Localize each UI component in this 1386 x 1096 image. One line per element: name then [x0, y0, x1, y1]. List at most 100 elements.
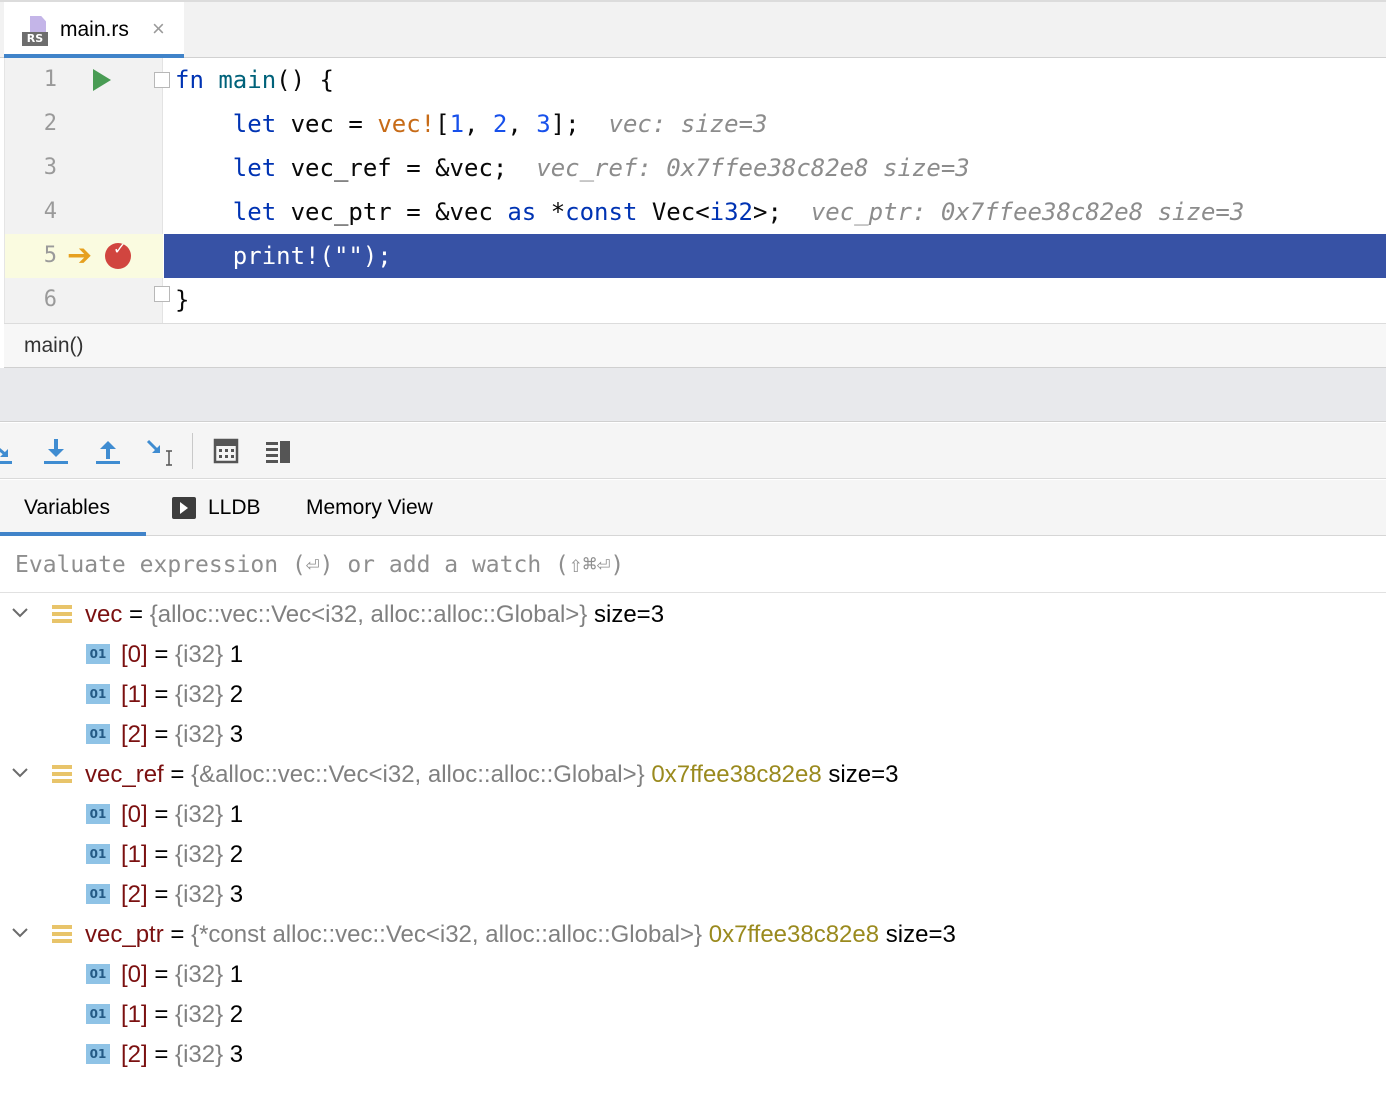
variable-text: [1] = {i32} 2	[121, 835, 243, 875]
debug-panel-header	[0, 368, 1386, 422]
line-number[interactable]: 5	[5, 234, 57, 278]
variable-value: 1	[223, 641, 244, 668]
variable-text: vec_ptr = {*const alloc::vec::Vec<i32, a…	[85, 915, 956, 955]
code-text[interactable]: let vec = vec![1, 2, 3]; vec: size=3	[175, 102, 768, 146]
variable-name: [0]	[121, 641, 148, 668]
line-number[interactable]: 4	[5, 190, 57, 234]
tab-variables[interactable]: Variables	[0, 480, 146, 536]
code-line[interactable]: 1 fn main() {	[5, 58, 1386, 102]
breadcrumb-item[interactable]: main()	[24, 334, 84, 358]
variable-child-row[interactable]: 01 [1] = {i32} 2	[0, 835, 1386, 875]
code-line[interactable]: 6}	[5, 278, 1386, 322]
o1-icon: 01	[86, 724, 110, 744]
variable-text: [1] = {i32} 2	[121, 675, 243, 715]
variable-name: [1]	[121, 841, 148, 868]
fold-icon[interactable]	[154, 286, 170, 302]
line-number[interactable]: 1	[5, 58, 57, 102]
variable-type: {i32}	[175, 801, 224, 828]
step-over-icon[interactable]	[0, 435, 22, 467]
list-icon	[52, 924, 72, 944]
o1-icon: 01	[86, 884, 110, 904]
tab-memory-view[interactable]: Memory View	[306, 480, 433, 536]
close-icon[interactable]: ×	[152, 18, 165, 40]
variable-child-row[interactable]: 01 [0] = {i32} 1	[0, 955, 1386, 995]
o1-icon: 01	[86, 684, 110, 704]
variable-name: [2]	[121, 881, 148, 908]
tab-lldb[interactable]: LLDB	[208, 480, 261, 536]
variable-summary: size=3	[821, 761, 899, 788]
evaluate-expression-bar	[0, 537, 1386, 593]
debugger-panel-tabs: Variables LLDB Memory View	[0, 480, 1386, 536]
code-text[interactable]: fn main() {	[175, 58, 334, 102]
variable-row[interactable]: vec_ref = {&alloc::vec::Vec<i32, alloc::…	[0, 755, 1386, 795]
variable-row[interactable]: vec = {alloc::vec::Vec<i32, alloc::alloc…	[0, 595, 1386, 635]
line-number[interactable]: 6	[5, 278, 57, 322]
tab-lldb-label: LLDB	[208, 496, 261, 519]
variable-child-row[interactable]: 01 [1] = {i32} 2	[0, 675, 1386, 715]
o1-icon: 01	[86, 964, 110, 984]
variable-type: {alloc::vec::Vec<i32, alloc::alloc::Glob…	[149, 601, 588, 628]
variable-name: [2]	[121, 1041, 148, 1068]
list-icon	[52, 764, 72, 784]
variable-row[interactable]: vec_ptr = {*const alloc::vec::Vec<i32, a…	[0, 915, 1386, 955]
code-line[interactable]: 2 let vec = vec![1, 2, 3]; vec: size=3	[5, 102, 1386, 146]
variable-text: [0] = {i32} 1	[121, 795, 243, 835]
variable-type: {i32}	[175, 1001, 224, 1028]
variable-text: [0] = {i32} 1	[121, 955, 243, 995]
variable-value: 3	[223, 881, 244, 908]
o1-icon: 01	[86, 1044, 110, 1064]
variable-text: [0] = {i32} 1	[121, 635, 243, 675]
code-text[interactable]: let vec_ptr = &vec as *const Vec<i32>; v…	[175, 190, 1245, 234]
list-icon	[52, 604, 72, 624]
variable-summary: size=3	[879, 921, 956, 948]
variable-value: 2	[223, 681, 244, 708]
code-line[interactable]: 5 ➔ ✓ print!("");	[5, 234, 1386, 278]
variable-summary: size=3	[587, 601, 665, 628]
variable-value: 1	[223, 801, 244, 828]
variable-value: 2	[223, 1001, 244, 1028]
run-to-cursor-icon[interactable]	[144, 435, 176, 467]
layout-settings-icon[interactable]	[262, 435, 294, 467]
debugger-toolbar	[0, 423, 1386, 479]
evaluate-expression-input[interactable]	[0, 537, 1386, 593]
equals-sign: =	[147, 681, 176, 708]
variable-text: [2] = {i32} 3	[121, 1035, 243, 1075]
execution-point-icon: ➔	[67, 239, 93, 272]
step-into-icon[interactable]	[40, 435, 72, 467]
code-text[interactable]: }	[175, 278, 189, 322]
code-editor[interactable]: 1 fn main() {2 let vec = vec![1, 2, 3]; v…	[4, 58, 1386, 323]
variables-tree: vec = {alloc::vec::Vec<i32, alloc::alloc…	[0, 595, 1386, 1096]
breakpoint-icon[interactable]: ✓	[105, 241, 131, 269]
variable-name: vec	[85, 601, 123, 628]
editor-tab-main-rs[interactable]: RS main.rs ×	[4, 2, 184, 58]
variable-child-row[interactable]: 01 [2] = {i32} 3	[0, 1035, 1386, 1075]
variable-type: {&alloc::vec::Vec<i32, alloc::alloc::Glo…	[191, 761, 645, 788]
run-icon[interactable]	[93, 69, 111, 91]
variable-type: {i32}	[175, 961, 224, 988]
variable-text: [1] = {i32} 2	[121, 995, 243, 1035]
code-line[interactable]: 3 let vec_ref = &vec; vec_ref: 0x7ffee38…	[5, 146, 1386, 190]
rust-file-icon: RS	[22, 16, 52, 46]
variable-value: 3	[223, 721, 244, 748]
equals-sign: =	[147, 641, 176, 668]
variable-child-row[interactable]: 01 [0] = {i32} 1	[0, 635, 1386, 675]
equals-sign: =	[147, 1001, 176, 1028]
variable-child-row[interactable]: 01 [0] = {i32} 1	[0, 795, 1386, 835]
code-line[interactable]: 4 let vec_ptr = &vec as *const Vec<i32>;…	[5, 190, 1386, 234]
variable-value: 2	[223, 841, 244, 868]
variable-text: vec = {alloc::vec::Vec<i32, alloc::alloc…	[85, 595, 664, 635]
code-text[interactable]: let vec_ref = &vec; vec_ref: 0x7ffee38c8…	[175, 146, 970, 190]
variable-address: 0x7ffee38c82e8	[702, 921, 880, 948]
code-text[interactable]: print!("");	[175, 234, 392, 278]
variable-child-row[interactable]: 01 [2] = {i32} 3	[0, 875, 1386, 915]
equals-sign: =	[147, 801, 176, 828]
line-number[interactable]: 2	[5, 102, 57, 146]
editor-tab-label: main.rs	[60, 18, 129, 41]
variable-text: [2] = {i32} 3	[121, 875, 243, 915]
step-out-icon[interactable]	[92, 435, 124, 467]
fold-icon[interactable]	[154, 72, 170, 88]
line-number[interactable]: 3	[5, 146, 57, 190]
variable-child-row[interactable]: 01 [1] = {i32} 2	[0, 995, 1386, 1035]
variable-child-row[interactable]: 01 [2] = {i32} 3	[0, 715, 1386, 755]
evaluate-expression-icon[interactable]	[210, 435, 242, 467]
